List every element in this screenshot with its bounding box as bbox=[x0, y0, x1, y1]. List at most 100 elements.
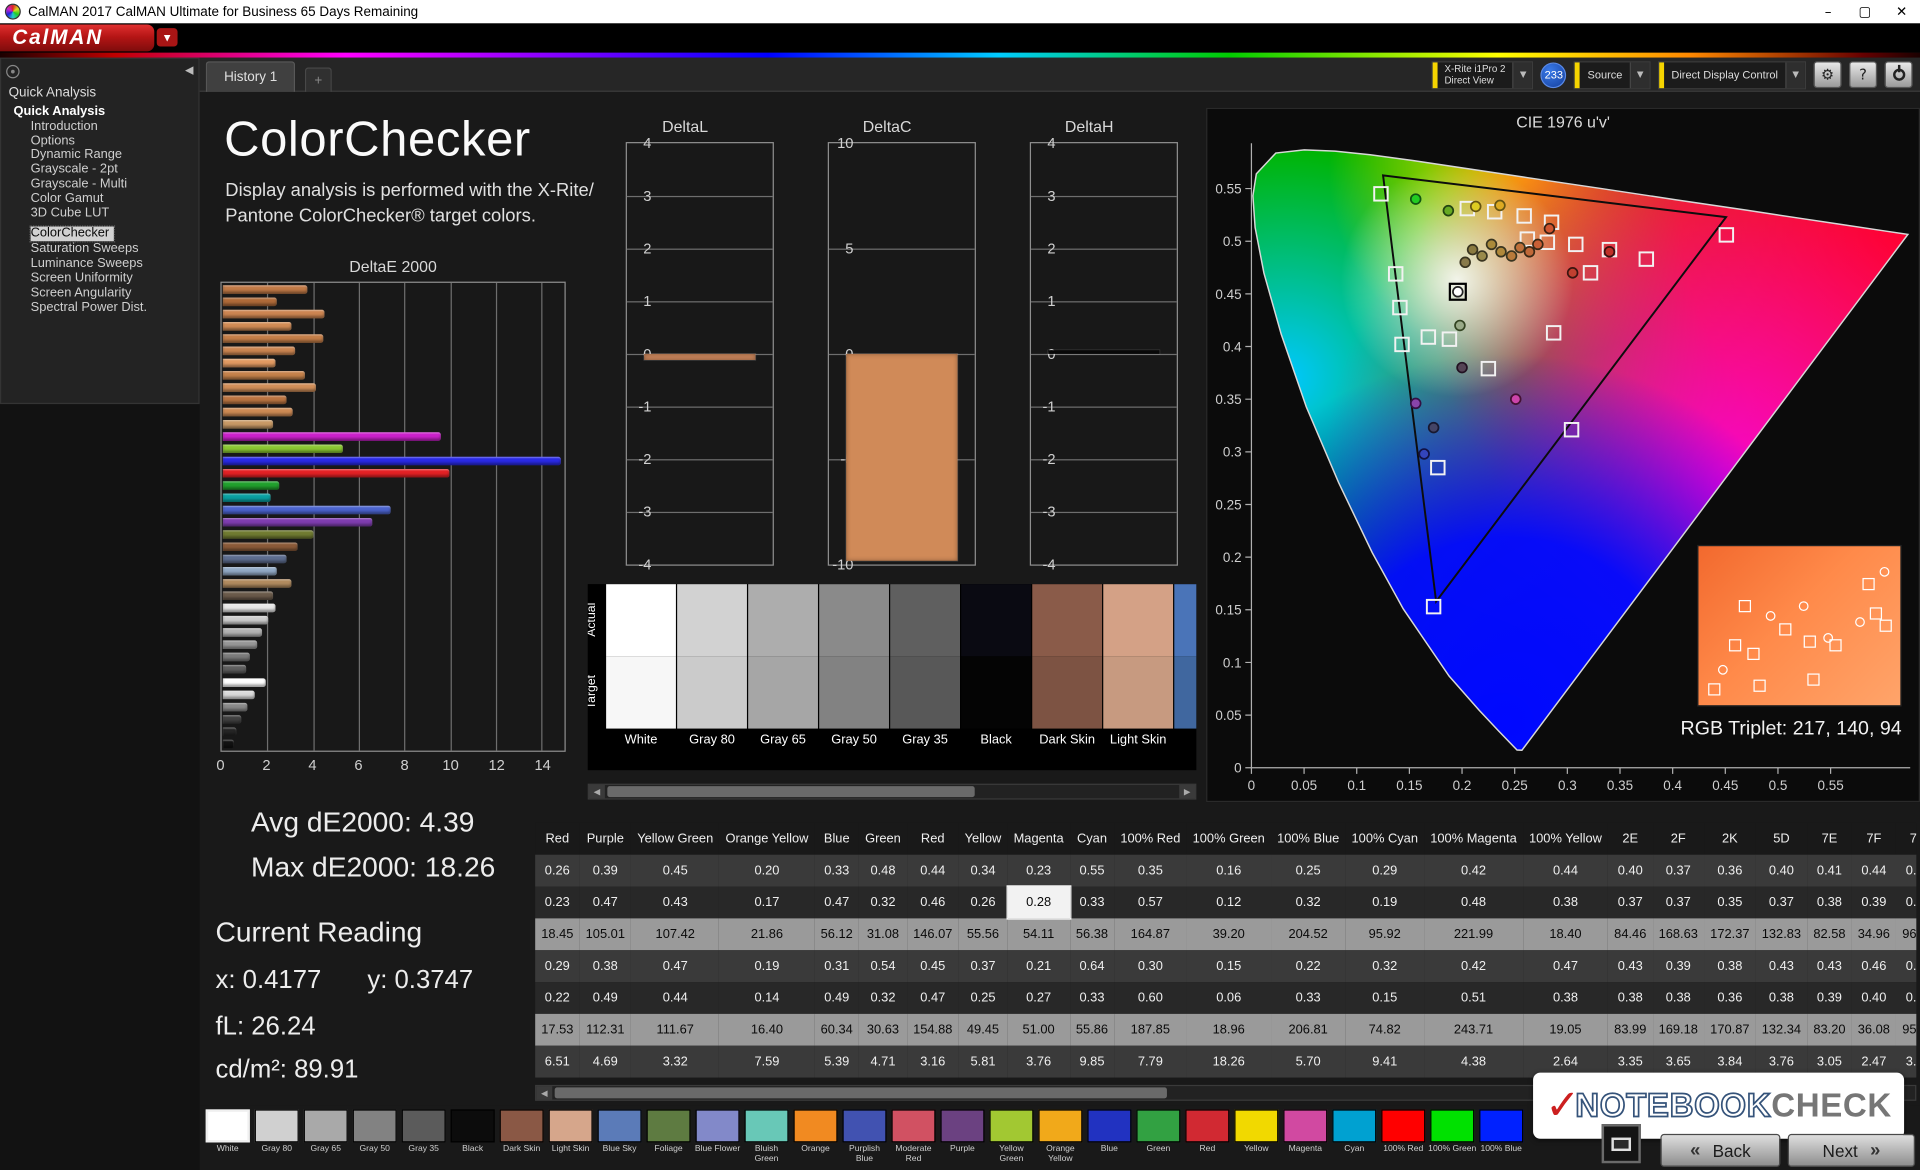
sidebar-item-3d-cube-lut[interactable]: 3D Cube LUT bbox=[31, 206, 199, 220]
patch-chip-yellow[interactable]: Yellow bbox=[1232, 1109, 1281, 1163]
column-header[interactable]: Purple bbox=[580, 823, 632, 855]
table-cell[interactable]: 0.38 bbox=[1807, 887, 1851, 919]
patch-chip-gray-50[interactable]: Gray 50 bbox=[350, 1109, 399, 1163]
table-cell[interactable]: 0.44 bbox=[631, 982, 719, 1014]
column-header[interactable]: 2K bbox=[1704, 823, 1756, 855]
table-row[interactable]: 17.53112.31111.6716.4060.3430.63154.8849… bbox=[535, 1014, 1916, 1046]
patch-chip-purplish-blue[interactable]: Purplish Blue bbox=[840, 1109, 889, 1163]
table-cell[interactable]: 0.33 bbox=[1070, 887, 1114, 919]
table-cell[interactable]: 0.22 bbox=[1271, 950, 1345, 982]
power-button[interactable] bbox=[1884, 61, 1912, 88]
table-cell[interactable]: 0.29 bbox=[535, 950, 579, 982]
table-cell[interactable]: 112.31 bbox=[580, 1014, 632, 1046]
table-cell[interactable]: 0.32 bbox=[859, 887, 907, 919]
column-header[interactable]: 100% Magenta bbox=[1424, 823, 1523, 855]
display-panel-button[interactable] bbox=[1602, 1124, 1641, 1163]
table-cell[interactable]: 0.36 bbox=[1704, 855, 1756, 887]
swatch-blue[interactable]: Blue bbox=[1174, 584, 1196, 770]
table-cell[interactable]: 132.34 bbox=[1756, 1014, 1808, 1046]
table-cell[interactable]: 0.44 bbox=[907, 855, 959, 887]
table-cell[interactable]: 168.63 bbox=[1652, 918, 1704, 950]
table-cell[interactable]: 0.28 bbox=[1007, 887, 1069, 919]
table-cell[interactable]: 5.39 bbox=[815, 1046, 859, 1078]
scroll-left-icon[interactable]: ◀ bbox=[589, 785, 605, 798]
patch-chip-white[interactable]: White bbox=[203, 1109, 252, 1163]
table-cell[interactable]: 0.37 bbox=[1896, 982, 1916, 1014]
table-cell[interactable]: 4.71 bbox=[859, 1046, 907, 1078]
minimize-button[interactable]: – bbox=[1810, 0, 1847, 23]
patch-chip-red[interactable]: Red bbox=[1183, 1109, 1232, 1163]
table-cell[interactable]: 0.54 bbox=[859, 950, 907, 982]
patch-chip-gray-80[interactable]: Gray 80 bbox=[252, 1109, 301, 1163]
table-cell[interactable]: 0.38 bbox=[1608, 982, 1652, 1014]
table-cell[interactable]: 39.20 bbox=[1186, 918, 1270, 950]
column-header[interactable]: 100% Blue bbox=[1271, 823, 1345, 855]
patch-chip-light-skin[interactable]: Light Skin bbox=[546, 1109, 595, 1163]
column-header[interactable]: 7F bbox=[1852, 823, 1896, 855]
table-cell[interactable]: 54.11 bbox=[1007, 918, 1069, 950]
table-cell[interactable]: 105.01 bbox=[580, 918, 632, 950]
meter-dropdown[interactable]: X-Rite i1Pro 2 Direct View ▼ bbox=[1431, 61, 1534, 89]
column-header[interactable]: 2E bbox=[1608, 823, 1652, 855]
table-cell[interactable]: 3.76 bbox=[1007, 1046, 1069, 1078]
measurement-count-badge[interactable]: 233 bbox=[1541, 62, 1567, 88]
table-cell[interactable]: 132.83 bbox=[1756, 918, 1808, 950]
table-cell[interactable]: 0.40 bbox=[1756, 855, 1808, 887]
table-cell[interactable]: 0.15 bbox=[1345, 982, 1424, 1014]
column-header[interactable]: Red bbox=[907, 823, 959, 855]
table-cell[interactable]: 0.38 bbox=[1523, 982, 1608, 1014]
patch-chip-magenta[interactable]: Magenta bbox=[1281, 1109, 1330, 1163]
table-cell[interactable]: 0.12 bbox=[1186, 887, 1270, 919]
swatch-white[interactable]: White bbox=[606, 584, 676, 770]
table-cell[interactable]: 0.40 bbox=[1852, 982, 1896, 1014]
source-dropdown[interactable]: Source ▼ bbox=[1574, 61, 1651, 89]
table-cell[interactable]: 0.57 bbox=[1114, 887, 1186, 919]
sidebar-item-spectral-power-dist[interactable]: Spectral Power Dist. bbox=[31, 301, 199, 315]
table-cell[interactable]: 243.71 bbox=[1424, 1014, 1523, 1046]
column-header[interactable]: Orange Yellow bbox=[719, 823, 814, 855]
sidebar-item-quick-analysis[interactable]: Quick Analysis bbox=[13, 105, 198, 119]
table-cell[interactable]: 0.39 bbox=[1807, 982, 1851, 1014]
column-header[interactable]: Magenta bbox=[1007, 823, 1069, 855]
table-cell[interactable]: 0.38 bbox=[1756, 982, 1808, 1014]
patch-chip-gray-65[interactable]: Gray 65 bbox=[301, 1109, 350, 1163]
table-cell[interactable]: 0.43 bbox=[1608, 950, 1652, 982]
table-cell[interactable]: 0.17 bbox=[719, 887, 814, 919]
table-cell[interactable]: 169.18 bbox=[1652, 1014, 1704, 1046]
table-cell[interactable]: 0.25 bbox=[959, 982, 1008, 1014]
table-cell[interactable]: 0.33 bbox=[815, 855, 859, 887]
patch-chip-100-blue[interactable]: 100% Blue bbox=[1477, 1109, 1526, 1163]
logo-menu-arrow-icon[interactable]: ▼ bbox=[157, 28, 178, 46]
table-cell[interactable]: 0.32 bbox=[1345, 950, 1424, 982]
table-cell[interactable]: 0.27 bbox=[1007, 982, 1069, 1014]
table-cell[interactable]: 0.47 bbox=[815, 887, 859, 919]
back-button[interactable]: « Back bbox=[1660, 1134, 1780, 1167]
table-cell[interactable]: 0.34 bbox=[959, 855, 1008, 887]
column-header[interactable]: Red bbox=[535, 823, 579, 855]
column-header[interactable]: 2F bbox=[1652, 823, 1704, 855]
table-row[interactable]: 0.220.490.440.140.490.320.470.250.270.33… bbox=[535, 982, 1916, 1014]
swatch-gray-80[interactable]: Gray 80 bbox=[677, 584, 747, 770]
table-cell[interactable]: 56.38 bbox=[1070, 918, 1114, 950]
table-cell[interactable]: 83.20 bbox=[1807, 1014, 1851, 1046]
table-row[interactable]: 0.230.470.430.170.470.320.460.260.280.33… bbox=[535, 887, 1916, 919]
table-cell[interactable]: 0.32 bbox=[1271, 887, 1345, 919]
table-cell[interactable]: 0.39 bbox=[1852, 887, 1896, 919]
table-cell[interactable]: 95.92 bbox=[1345, 918, 1424, 950]
table-cell[interactable]: 111.67 bbox=[631, 1014, 719, 1046]
column-header[interactable]: Blue bbox=[815, 823, 859, 855]
table-cell[interactable]: 51.00 bbox=[1007, 1014, 1069, 1046]
table-cell[interactable]: 221.99 bbox=[1424, 918, 1523, 950]
table-cell[interactable]: 0.32 bbox=[859, 982, 907, 1014]
table-cell[interactable]: 96.27 bbox=[1896, 918, 1916, 950]
table-cell[interactable]: 4.38 bbox=[1424, 1046, 1523, 1078]
swatch-light-skin[interactable]: Light Skin bbox=[1103, 584, 1173, 770]
patch-chip-moderate-red[interactable]: Moderate Red bbox=[889, 1109, 938, 1163]
table-cell[interactable]: 0.49 bbox=[580, 982, 632, 1014]
sidebar-item-colorchecker[interactable]: ColorChecker bbox=[31, 227, 115, 241]
next-button[interactable]: Next » bbox=[1788, 1134, 1915, 1167]
table-cell[interactable]: 0.40 bbox=[1608, 855, 1652, 887]
table-cell[interactable]: 49.45 bbox=[959, 1014, 1008, 1046]
table-cell[interactable]: 0.36 bbox=[1704, 982, 1756, 1014]
table-cell[interactable]: 16.40 bbox=[719, 1014, 814, 1046]
